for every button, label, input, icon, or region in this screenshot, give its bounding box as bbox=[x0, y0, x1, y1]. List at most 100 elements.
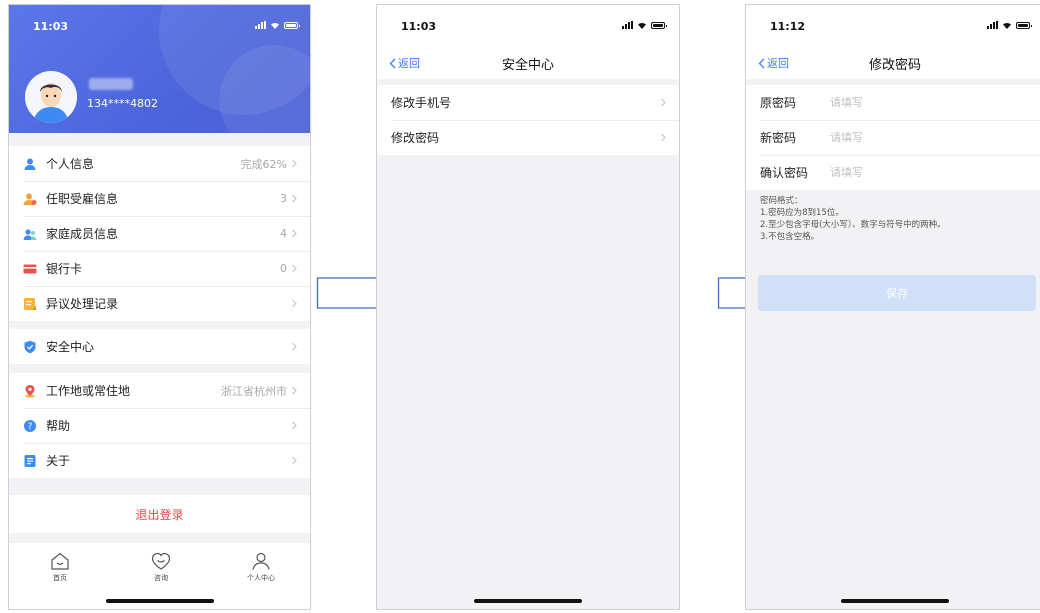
family-icon bbox=[23, 227, 37, 241]
about-icon bbox=[23, 454, 37, 468]
battery-icon bbox=[1016, 22, 1032, 29]
menu-item-personal-info[interactable]: 个人信息 完成62% bbox=[9, 146, 310, 181]
signal-icon bbox=[255, 21, 266, 29]
menu-item-help[interactable]: ? 帮助 bbox=[9, 408, 310, 443]
menu-item-dispute-records[interactable]: 异议处理记录 bbox=[9, 286, 310, 321]
item-label: 修改密码 bbox=[391, 131, 440, 145]
menu-label: 任职受雇信息 bbox=[46, 192, 119, 206]
tab-consult[interactable]: 咨询 bbox=[131, 551, 191, 583]
save-button[interactable]: 保存 bbox=[758, 275, 1036, 311]
menu-label: 工作地或常住地 bbox=[46, 384, 131, 398]
menu-label: 关于 bbox=[46, 454, 71, 468]
chevron-right-icon bbox=[661, 98, 666, 107]
change-password-item[interactable]: 修改密码 bbox=[377, 120, 679, 155]
home-icon bbox=[51, 552, 69, 570]
user-center-icon bbox=[252, 552, 270, 570]
user-phone: 134****4802 bbox=[87, 97, 158, 110]
avatar-face-icon bbox=[25, 71, 77, 123]
chevron-right-icon bbox=[292, 159, 297, 168]
status-bar: 11:03 bbox=[9, 5, 310, 45]
signal-icon bbox=[622, 21, 633, 29]
item-label: 修改手机号 bbox=[391, 96, 452, 110]
change-phone-item[interactable]: 修改手机号 bbox=[377, 85, 679, 120]
menu-group-security: 安全中心 bbox=[9, 329, 310, 364]
tab-label: 咨询 bbox=[154, 574, 168, 582]
menu-label: 帮助 bbox=[46, 419, 71, 433]
help-icon: ? bbox=[23, 419, 37, 433]
tab-home[interactable]: 首页 bbox=[30, 551, 90, 583]
menu-item-family[interactable]: 家庭成员信息 4 bbox=[9, 216, 310, 251]
status-bar: 11:12 bbox=[746, 5, 1040, 45]
nav-bar: 返回 安全中心 bbox=[377, 45, 679, 79]
old-password-label: 原密码 bbox=[760, 96, 797, 110]
menu-label: 个人信息 bbox=[46, 157, 95, 171]
nav-bar: 返回 修改密码 bbox=[746, 45, 1040, 79]
chevron-right-icon bbox=[292, 342, 297, 351]
new-password-input[interactable] bbox=[830, 131, 980, 144]
chevron-right-icon bbox=[292, 264, 297, 273]
rule-item: 3.不包含空格。 bbox=[760, 232, 820, 242]
old-password-input[interactable] bbox=[830, 96, 980, 109]
record-icon bbox=[23, 297, 37, 311]
tab-label: 首页 bbox=[53, 574, 67, 582]
menu-item-security-center[interactable]: 安全中心 bbox=[9, 329, 310, 364]
consult-icon bbox=[151, 552, 171, 570]
password-rules: 密码格式： 1.密码应为8到15位。 2.至少包含字母(大小写）、数字与符号中的… bbox=[760, 195, 946, 243]
username-blurred bbox=[89, 78, 133, 90]
logout-button[interactable]: 退出登录 bbox=[9, 495, 310, 533]
chevron-right-icon bbox=[292, 456, 297, 465]
menu-group-info: 个人信息 完成62% 任职受雇信息 3 家庭成员信息 4 银行卡 0 异议处理记… bbox=[9, 146, 310, 321]
home-indicator bbox=[105, 599, 214, 603]
security-center-screen: 11:03 返回 安全中心 修改手机号 修改密码 bbox=[376, 4, 680, 610]
chevron-right-icon bbox=[292, 386, 297, 395]
status-time: 11:03 bbox=[33, 20, 69, 33]
flow-canvas: 11:03 134****4802 个人信息 完成62% 任职受雇信息 3 家庭… bbox=[0, 0, 1040, 613]
menu-item-about[interactable]: 关于 bbox=[9, 443, 310, 478]
page-title: 安全中心 bbox=[501, 58, 554, 73]
rules-heading: 密码格式： bbox=[760, 196, 803, 206]
page-title: 修改密码 bbox=[868, 58, 921, 73]
wifi-icon bbox=[271, 22, 279, 29]
tab-user-center[interactable]: 个人中心 bbox=[231, 551, 291, 583]
confirm-password-label: 确认密码 bbox=[760, 166, 809, 180]
confirm-password-input[interactable] bbox=[830, 166, 980, 179]
home-indicator bbox=[841, 599, 949, 603]
menu-group-other: 工作地或常住地 浙江省杭州市 ? 帮助 关于 bbox=[9, 373, 310, 478]
menu-value: 4 bbox=[280, 227, 287, 240]
rule-item: 2.至少包含字母(大小写）、数字与符号中的两种。 bbox=[760, 220, 946, 230]
rule-item: 1.密码应为8到15位。 bbox=[760, 208, 844, 218]
status-time: 11:12 bbox=[770, 20, 806, 33]
status-bar: 11:03 bbox=[377, 5, 679, 45]
new-password-label: 新密码 bbox=[760, 131, 797, 145]
shield-icon bbox=[23, 340, 37, 354]
person-icon bbox=[23, 157, 37, 171]
home-indicator bbox=[474, 599, 582, 603]
battery-icon bbox=[284, 22, 300, 29]
tab-label: 个人中心 bbox=[247, 574, 275, 582]
old-password-row: 原密码 bbox=[746, 85, 1040, 120]
menu-item-bank-card[interactable]: 银行卡 0 bbox=[9, 251, 310, 286]
menu-value: 3 bbox=[280, 192, 287, 205]
wifi-icon bbox=[638, 22, 646, 29]
status-time: 11:03 bbox=[401, 20, 437, 33]
menu-value: 浙江省杭州市 bbox=[221, 384, 287, 398]
svg-text:?: ? bbox=[28, 422, 33, 432]
security-options: 修改手机号 修改密码 bbox=[377, 85, 679, 155]
menu-label: 安全中心 bbox=[46, 340, 95, 354]
menu-value: 完成62% bbox=[240, 157, 287, 171]
tab-bar: 首页 咨询 个人中心 bbox=[9, 543, 310, 609]
menu-label: 银行卡 bbox=[46, 262, 83, 276]
menu-item-employment[interactable]: 任职受雇信息 3 bbox=[9, 181, 310, 216]
chevron-right-icon bbox=[292, 299, 297, 308]
bank-card-icon bbox=[23, 262, 37, 276]
employment-icon bbox=[23, 192, 37, 206]
chevron-right-icon bbox=[292, 194, 297, 203]
location-icon bbox=[23, 384, 37, 398]
menu-value: 0 bbox=[280, 262, 287, 275]
change-password-screen: 11:12 返回 修改密码 原密码 新密码 确认密码 密码格式： 1.密码应为8… bbox=[745, 4, 1040, 610]
profile-screen: 11:03 134****4802 个人信息 完成62% 任职受雇信息 3 家庭… bbox=[8, 4, 311, 610]
chevron-right-icon bbox=[292, 421, 297, 430]
avatar[interactable] bbox=[25, 71, 77, 123]
menu-item-work-location[interactable]: 工作地或常住地 浙江省杭州市 bbox=[9, 373, 310, 408]
confirm-password-row: 确认密码 bbox=[746, 155, 1040, 190]
